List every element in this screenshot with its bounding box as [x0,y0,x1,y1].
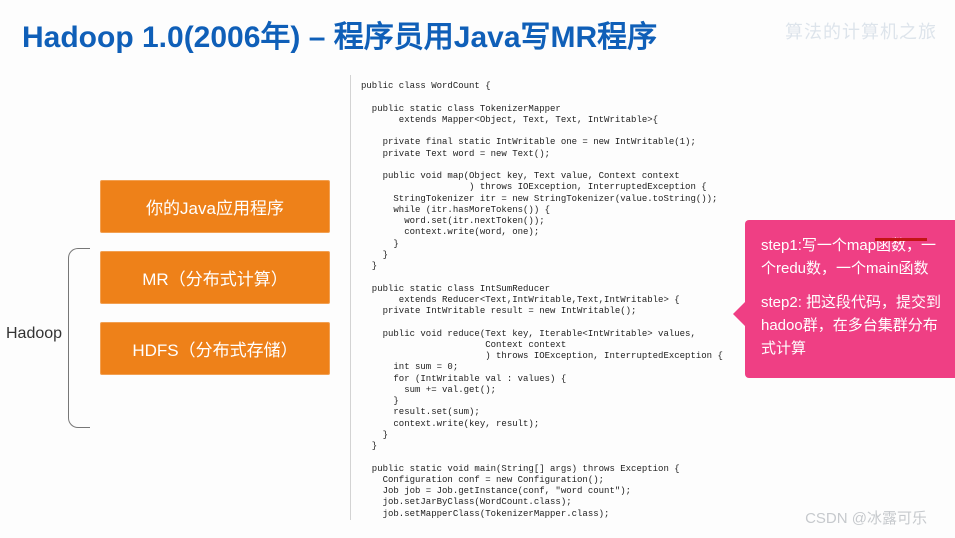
steps-callout: step1:写一个map函数，一个redu数，一个main函数 step2: 把… [745,220,955,378]
content-area: Hadoop 你的Java应用程序 MR（分布式计算） HDFS（分布式存储） … [0,70,955,538]
top-watermark: 算法的计算机之旅 [785,18,937,44]
box-java-app: 你的Java应用程序 [100,180,330,233]
architecture-boxes: 你的Java应用程序 MR（分布式计算） HDFS（分布式存储） [100,180,330,393]
step2-text: step2: 把这段代码，提交到hadoo群，在多台集群分布式计算 [761,294,941,358]
red-underline-annotation [875,238,927,241]
bracket-icon [68,248,90,428]
box-hdfs: HDFS（分布式存储） [100,322,330,375]
csdn-attribution: CSDN @冰露可乐 [805,507,927,528]
wordcount-code: public class WordCount { public static c… [350,75,730,520]
box-mr: MR（分布式计算） [100,251,330,304]
hadoop-bracket-label: Hadoop [6,325,62,343]
step1-text: step1:写一个map函数，一个redu数，一个main函数 [761,237,936,277]
